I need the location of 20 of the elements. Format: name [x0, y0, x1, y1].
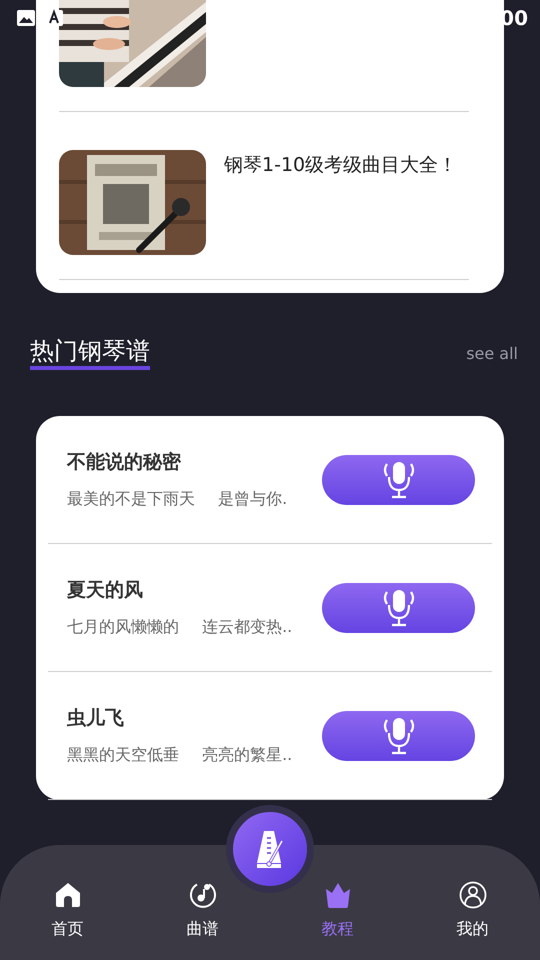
song-lyric: 最美的不是下雨天 是曾与你. — [67, 489, 288, 510]
article-title[interactable]: 钢琴1-10级考级曲目大全！ — [224, 150, 458, 255]
home-icon — [54, 881, 82, 909]
song-title: 夏天的风 — [67, 578, 144, 603]
metronome-icon — [255, 829, 285, 869]
song-title: 虫儿飞 — [67, 706, 125, 731]
song-title: 不能说的秘密 — [67, 450, 182, 475]
crown-icon — [324, 881, 352, 909]
section-title: 热门钢琴谱 — [30, 336, 150, 370]
nav-tab[interactable]: 曲谱 — [162, 881, 242, 940]
record-button[interactable] — [322, 582, 475, 632]
see-all-link[interactable]: see all — [466, 344, 518, 362]
nav-tab[interactable]: 我的 — [432, 881, 512, 940]
record-button[interactable] — [322, 710, 475, 760]
music-note-icon — [188, 881, 216, 909]
user-icon — [458, 881, 486, 909]
song-lyric: 黑黑的天空低垂 亮亮的繁星.. — [67, 745, 292, 766]
song-lyric: 七月的风懒懒的 连云都变热.. — [67, 617, 292, 638]
record-button[interactable] — [322, 454, 475, 504]
nav-tab[interactable]: 首页 — [28, 881, 108, 940]
